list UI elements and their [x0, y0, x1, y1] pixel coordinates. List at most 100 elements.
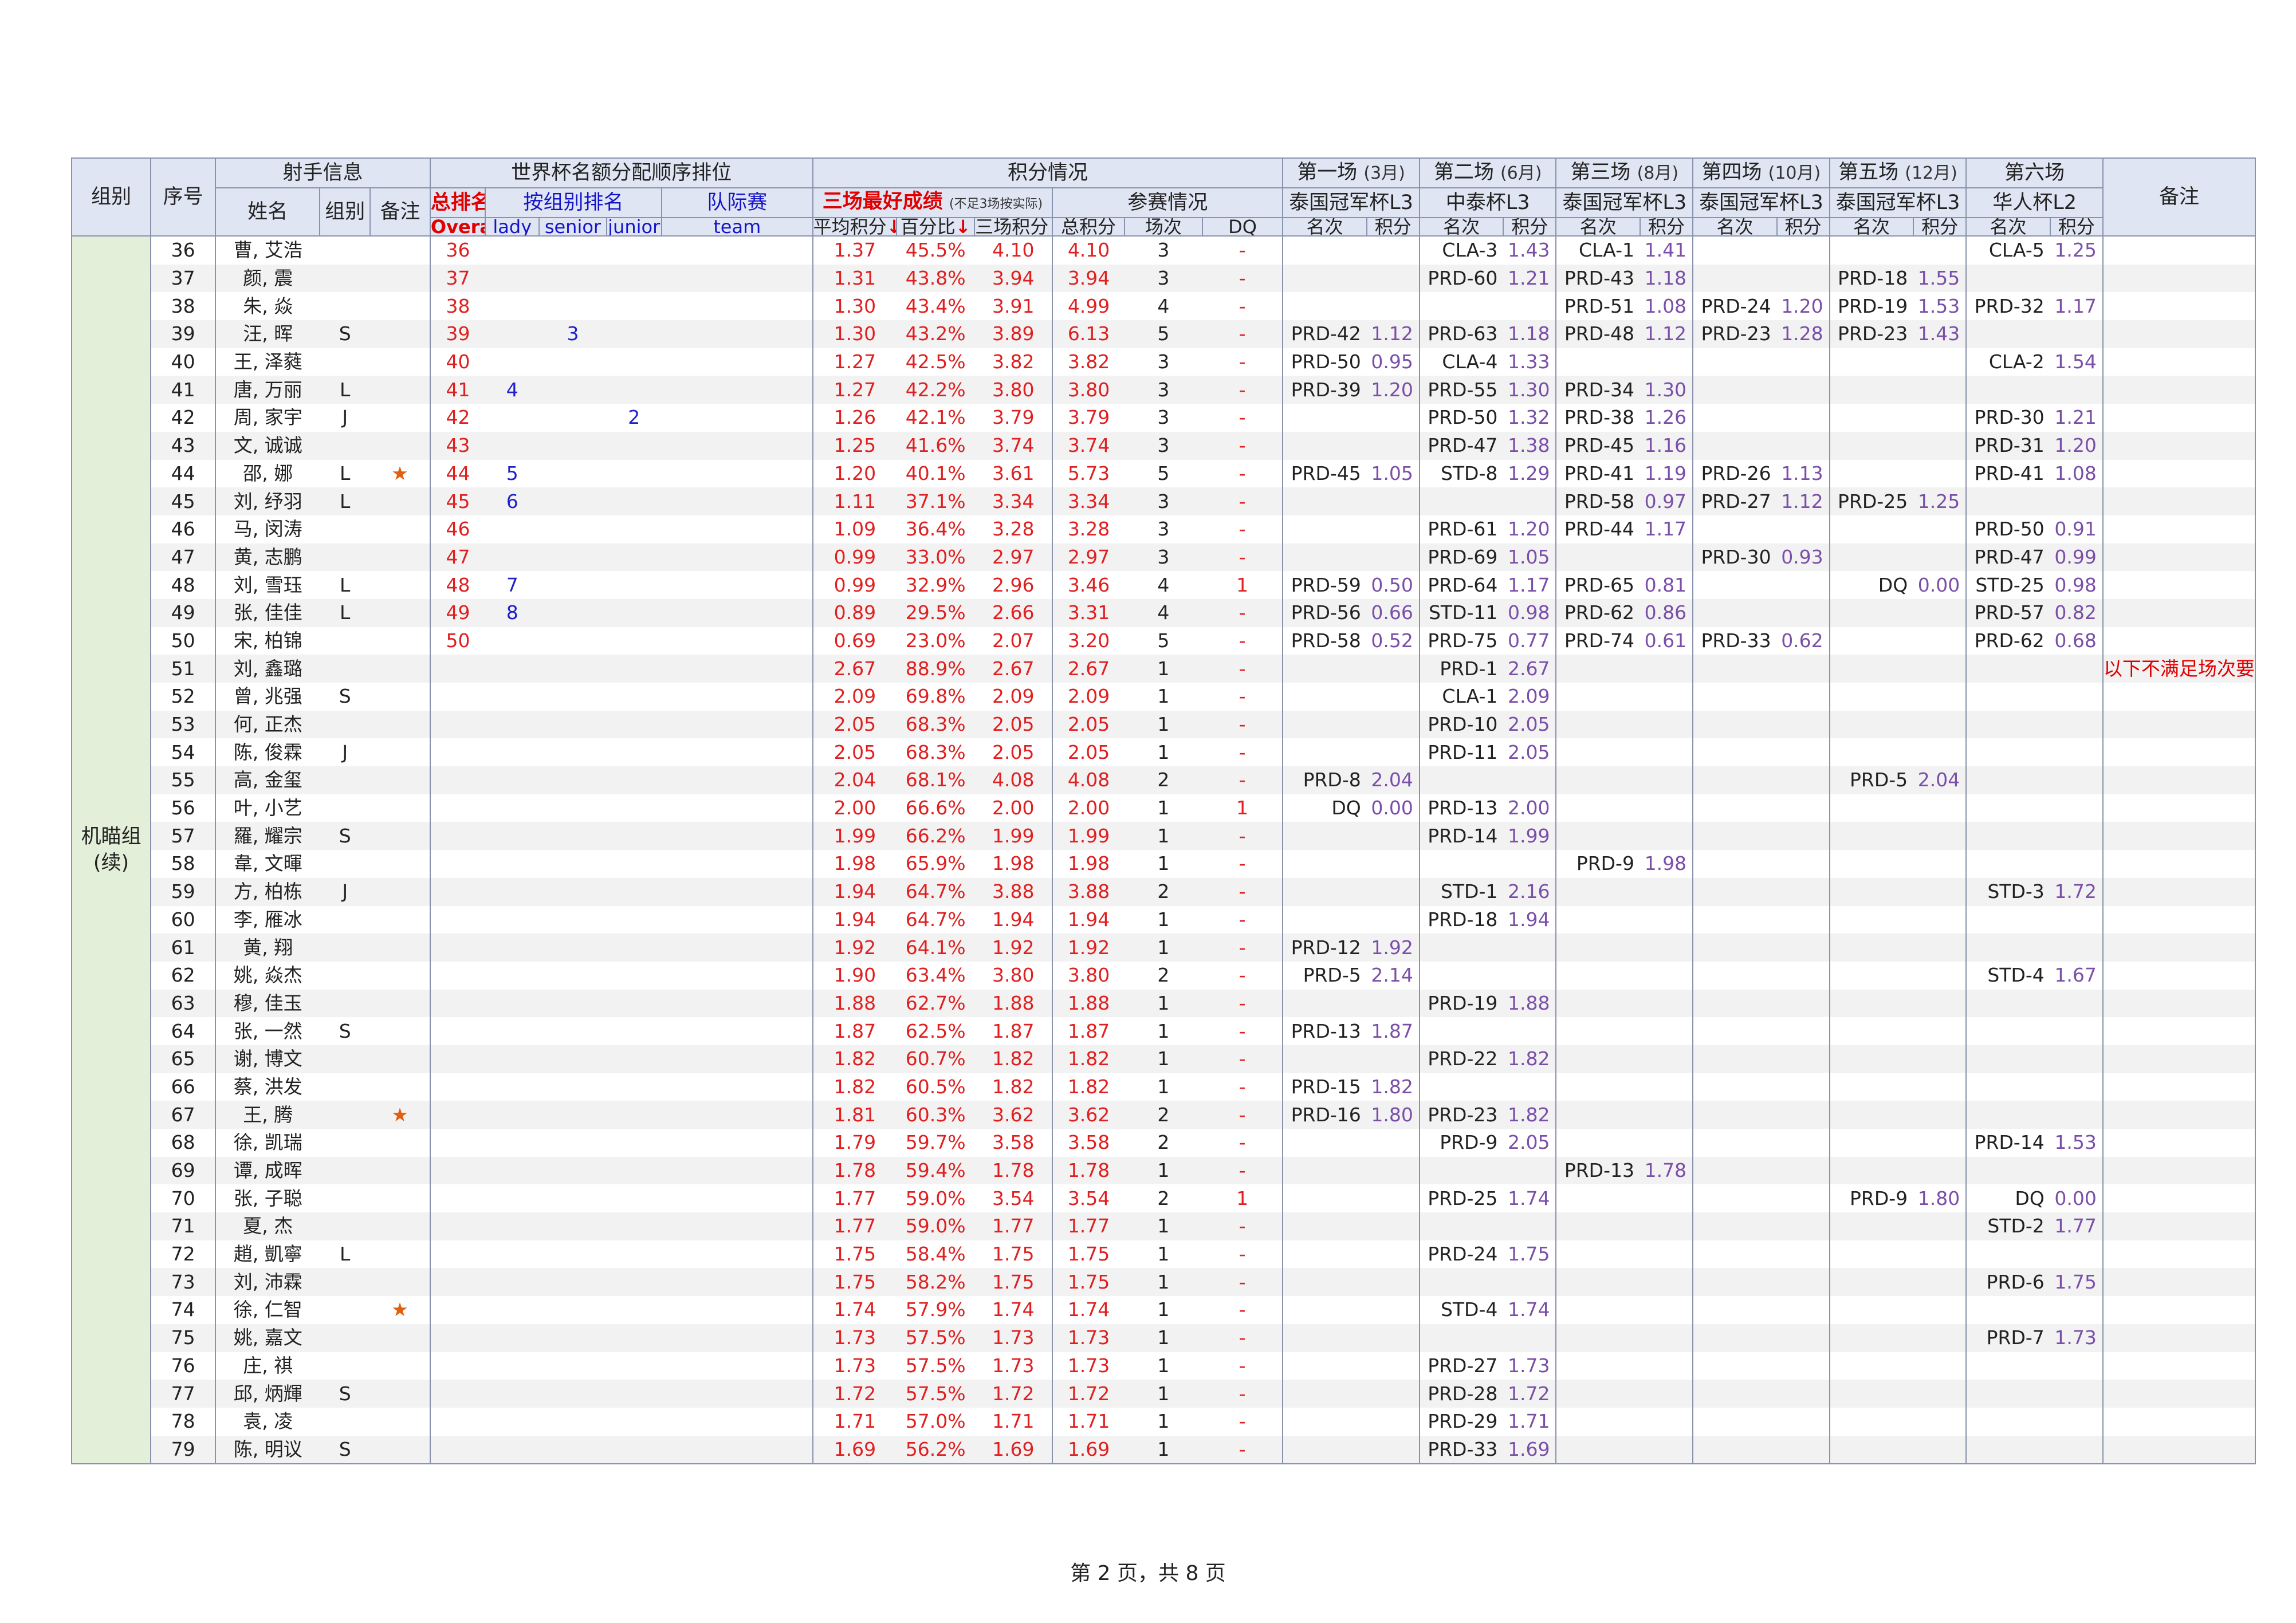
overall-rank: 39: [429, 320, 486, 348]
row-note: [2102, 1296, 2256, 1324]
three-points: 1.71: [974, 1407, 1053, 1436]
overall-rank: [429, 877, 486, 906]
avg-points: 1.26: [812, 404, 897, 432]
event-count: 1: [1157, 685, 1170, 708]
name: 邱, 炳輝: [215, 1380, 320, 1408]
table-row: 38 朱, 焱 38 1.30 43.4% 3.91 4.99 4- PRD-51 1.08 PRD…: [72, 292, 2256, 321]
event5-score: [1913, 376, 1967, 404]
three-points: 2.05: [974, 710, 1053, 739]
event5-score: [1913, 1323, 1967, 1352]
lady-header: lady: [485, 217, 540, 237]
three-points: 2.97: [974, 543, 1053, 572]
total-points: 3.82: [1052, 348, 1125, 376]
avg-points: 2.67: [812, 655, 897, 683]
junior-rank: [607, 515, 662, 543]
event2-score: 1.20: [1507, 518, 1550, 541]
event4-score: [1777, 906, 1830, 934]
event4-rank: [1692, 905, 1777, 934]
three-points: 2.96: [974, 571, 1053, 599]
avg-points: 1.11: [812, 487, 897, 515]
total-points: 3.88: [1052, 877, 1125, 906]
seq: 53: [150, 710, 217, 739]
team-rank: [661, 1323, 813, 1352]
event6-rank: [1965, 905, 2050, 934]
senior-rank: [539, 460, 606, 488]
overall-rank: [429, 989, 486, 1018]
remark-star: [370, 906, 430, 934]
dq-header: DQ: [1201, 217, 1284, 237]
seq: 47: [150, 543, 217, 572]
table-row: 39 汪, 晖 S 39 3 1.30 43.2% 3.89 6.13 5- PRD-42 1.12 P…: [72, 320, 2256, 348]
event2-score: 0.98: [1503, 598, 1556, 627]
three-points: 1.73: [974, 1352, 1053, 1380]
event4-rank: [1692, 571, 1777, 599]
dq-count: -: [1202, 877, 1284, 906]
remark-star: [370, 1156, 430, 1185]
event2-rank: PRD-18: [1418, 905, 1504, 934]
event1-rank: [1282, 1240, 1367, 1269]
dq-count: -: [1202, 1352, 1284, 1380]
team-rank: [661, 710, 813, 739]
category: [320, 1101, 371, 1129]
event2-rank: PRD-64: [1418, 571, 1504, 599]
pct: 29.5%: [897, 598, 975, 627]
event5-score: [1913, 933, 1967, 962]
event4-score: [1777, 1352, 1830, 1380]
row-note: [2102, 264, 2256, 293]
name: 朱, 焱: [215, 292, 320, 321]
category: L: [320, 376, 371, 404]
seq: 52: [150, 683, 217, 711]
event2-score: 1.75: [1507, 1243, 1550, 1266]
row-note: [2102, 1323, 2256, 1352]
event1-rank: [1282, 543, 1367, 572]
event2-score: 2.05: [1507, 1131, 1550, 1154]
event5-score: [1913, 1212, 1967, 1240]
event5-rank: [1829, 1268, 1914, 1297]
team-rank: [661, 1045, 813, 1073]
event6-score: [2050, 264, 2103, 293]
total-points: 3.80: [1052, 961, 1125, 990]
avg-points: 1.31: [812, 264, 897, 293]
event5-rank: [1829, 738, 1914, 767]
event4-rank: [1692, 404, 1777, 432]
senior-rank: [539, 1073, 606, 1101]
event3-score: 1.26: [1644, 406, 1687, 429]
pct: 64.1%: [897, 933, 975, 962]
seq: 69: [150, 1156, 217, 1185]
category: [320, 1156, 371, 1185]
table-row: 56 叶, 小艺 2.00 66.6% 2.00 2.00 1 1 DQ 0.00 PRD-13 2.…: [72, 794, 2256, 822]
avg-points: 1.90: [812, 961, 897, 990]
three-points: 2.05: [974, 738, 1053, 767]
event4-score: 1.13: [1781, 462, 1823, 484]
event-count: 1: [1157, 1298, 1170, 1321]
event3-rank: [1555, 543, 1640, 572]
dq-count: -: [1202, 1129, 1284, 1157]
event-count: 1: [1157, 1354, 1170, 1377]
event6-score: 1.21: [2054, 406, 2097, 429]
event4-score: [1776, 1156, 1830, 1185]
team-rank: [661, 1407, 813, 1436]
senior-rank: [539, 962, 606, 990]
table-row: 47 黄, 志鹏 47 0.99 33.0% 2.97 2.97 3- PRD-69 1.05 PR…: [72, 543, 2256, 572]
event6-rank: [1965, 1352, 2050, 1380]
event5-rank: PRD-25: [1829, 487, 1914, 515]
event2-rank: PRD-75: [1418, 627, 1504, 655]
event6-score: [2050, 655, 2103, 683]
event5-score: [1913, 1156, 1967, 1185]
seq: 45: [150, 487, 217, 515]
event4-score: [1777, 1408, 1830, 1436]
event5-score: [1913, 460, 1966, 488]
event1-score: 1.80: [1366, 1101, 1420, 1129]
event3-rank: [1555, 933, 1640, 962]
overall-cn-header: 总排名: [429, 187, 486, 218]
event2-score: [1503, 1017, 1556, 1045]
avg-header: 平均积分↓: [812, 217, 898, 237]
total-points: 3.31: [1052, 598, 1125, 627]
shooter-info-header: 射手信息: [215, 157, 431, 188]
senior-rank: [539, 264, 607, 293]
overall-rank: 37: [429, 264, 486, 293]
junior-rank: [607, 683, 662, 711]
lady-rank: [485, 236, 539, 265]
event1-rank: [1282, 1268, 1367, 1297]
sort-arrow-icon: ↓: [955, 218, 971, 236]
